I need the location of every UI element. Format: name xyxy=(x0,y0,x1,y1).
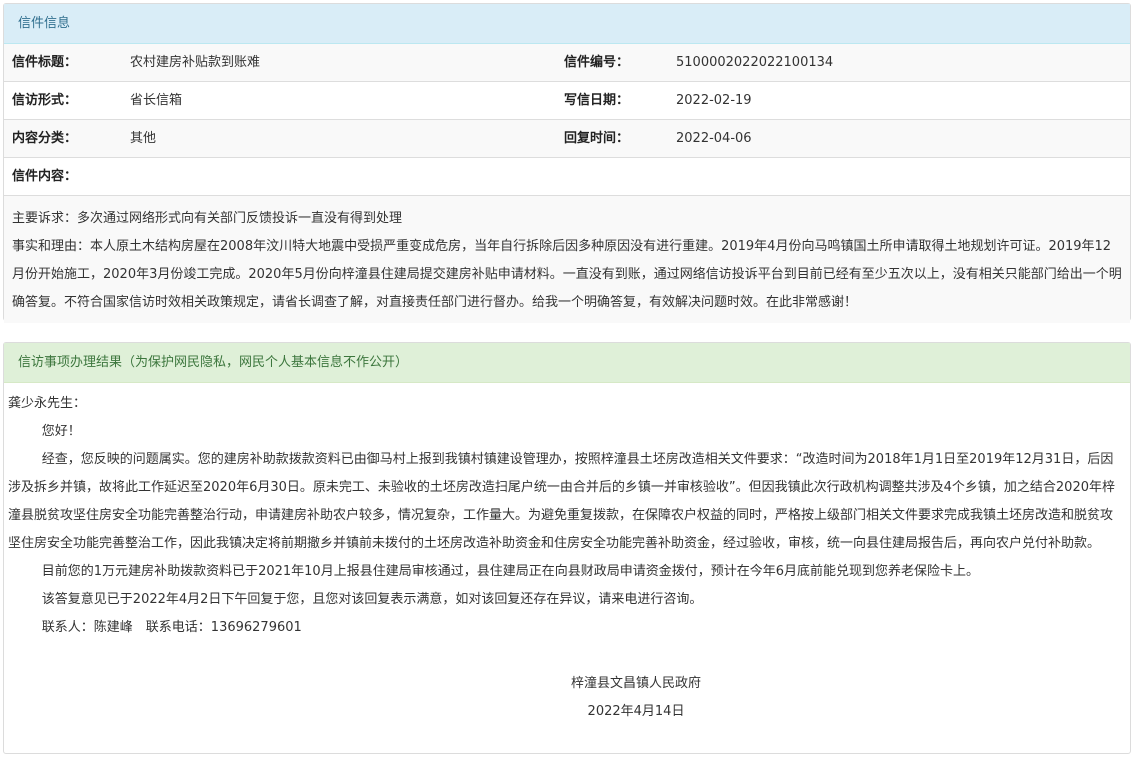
letter-main-appeal: 主要诉求：多次通过网络形式向有关部门反馈投诉一直没有得到处理 xyxy=(12,211,403,226)
label-reply-time: 回复时间： xyxy=(564,131,630,146)
letter-info-table: 信件标题： 农村建房补贴款到账难 信件编号： 51000020220221001… xyxy=(4,44,1130,196)
info-row-title: 信件标题： 农村建房补贴款到账难 信件编号： 51000020220221001… xyxy=(4,44,1130,82)
reply-greeting: 您好！ xyxy=(41,424,81,439)
letter-info-header: 信件信息 xyxy=(4,4,1130,44)
label-write-date: 写信日期： xyxy=(564,93,630,108)
result-header: 信访事项办理结果（为保护网民隐私，网民个人基本信息不作公开） xyxy=(4,343,1130,383)
info-row-content: 信件内容： xyxy=(4,158,1130,196)
reply-paragraph-1: 经查，您反映的问题属实。您的建房补助款拨款资料已由御马村上报到我镇村镇建设管理办… xyxy=(8,452,1115,551)
reply-contact: 联系人：陈建峰 联系电话：13696279601 xyxy=(41,620,302,635)
reply-body: 龚少永先生： 您好！ 经查，您反映的问题属实。您的建房补助款拨款资料已由御马村上… xyxy=(4,383,1130,726)
info-row-category: 内容分类： 其他 回复时间： 2022-04-06 xyxy=(4,120,1130,158)
reply-paragraph-2: 目前您的1万元建房补助拨款资料已于2021年10月上报县住建局审核通过，县住建局… xyxy=(41,564,979,579)
reply-date: 2022年4月14日 xyxy=(587,704,685,719)
label-number: 信件编号： xyxy=(564,55,630,70)
value-number: 5100002022022100134 xyxy=(676,55,834,70)
label-content: 信件内容： xyxy=(12,169,78,184)
info-row-form: 信访形式： 省长信箱 写信日期： 2022-02-19 xyxy=(4,82,1130,120)
result-panel: 信访事项办理结果（为保护网民隐私，网民个人基本信息不作公开） 龚少永先生： 您好… xyxy=(3,342,1131,754)
letter-facts: 事实和理由：本人原土木结构房屋在2008年汶川特大地震中受损严重变成危房，当年自… xyxy=(12,239,1122,310)
label-title: 信件标题： xyxy=(12,55,78,70)
reply-signature: 梓潼县文昌镇人民政府 xyxy=(570,676,701,691)
letter-body: 主要诉求：多次通过网络形式向有关部门反馈投诉一直没有得到处理 事实和理由：本人原… xyxy=(4,196,1130,323)
letter-info-panel: 信件信息 信件标题： 农村建房补贴款到账难 信件编号： 510000202202… xyxy=(3,3,1131,323)
label-category: 内容分类： xyxy=(12,131,78,146)
label-form: 信访形式： xyxy=(12,93,78,108)
value-title: 农村建房补贴款到账难 xyxy=(130,55,261,70)
reply-salutation: 龚少永先生： xyxy=(8,396,87,411)
value-form: 省长信箱 xyxy=(130,93,183,108)
value-write-date: 2022-02-19 xyxy=(676,93,752,108)
value-category: 其他 xyxy=(130,131,157,146)
reply-paragraph-3: 该答复意见已于2022年4月2日下午回复于您，且您对该回复表示满意，如对该回复还… xyxy=(41,592,703,607)
value-reply-time: 2022-04-06 xyxy=(676,131,752,146)
